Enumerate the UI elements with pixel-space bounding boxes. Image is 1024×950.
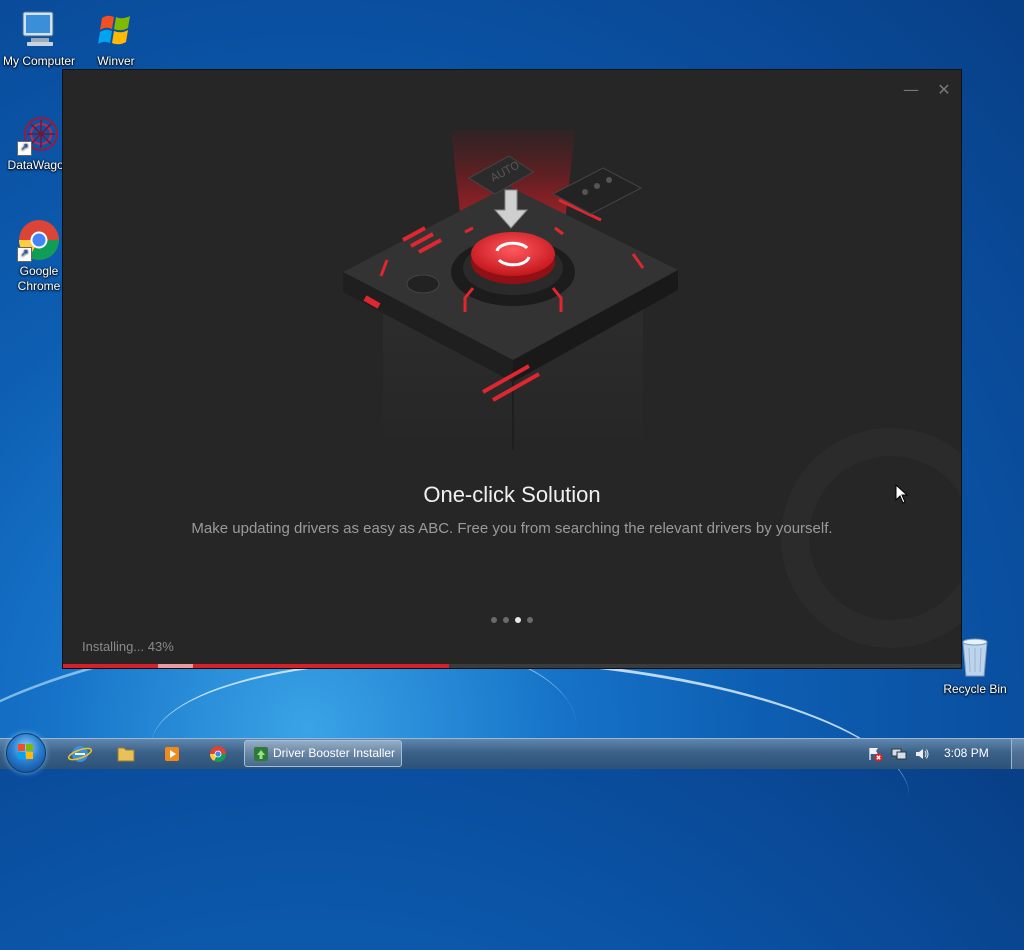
show-desktop-button[interactable] (1011, 739, 1024, 769)
action-center-icon[interactable] (867, 746, 883, 762)
close-icon: ✕ (937, 80, 951, 99)
taskbar: Driver Booster Installer 3:08 PM (0, 733, 1024, 773)
volume-icon[interactable] (914, 746, 930, 762)
taskbar-media-player[interactable] (154, 742, 190, 766)
windows-flag-icon (18, 744, 33, 759)
progress-glint (158, 664, 193, 668)
mouse-cursor-icon (895, 484, 909, 504)
driver-booster-icon (254, 747, 268, 761)
slide-pagination (63, 608, 961, 627)
slide-title: One-click Solution (423, 482, 601, 507)
taskbar-internet-explorer[interactable] (62, 742, 98, 766)
windows-explorer-icon (117, 747, 135, 762)
shortcut-arrow-icon: ↗ (17, 247, 32, 262)
slide-dot-4[interactable] (527, 617, 533, 623)
minimize-button[interactable]: — (899, 80, 923, 100)
driver-booster-installer-window: — ✕ AUTO One-click Solution Make updatin… (62, 69, 962, 669)
install-progress-bar (63, 664, 961, 668)
taskbar-clock[interactable]: 3:08 PM (944, 746, 989, 760)
network-icon[interactable] (891, 746, 907, 762)
desktop-icon-label: Google Chrome (17, 264, 61, 293)
chrome-icon (210, 746, 226, 762)
chrome-icon: ↗ (17, 218, 61, 262)
taskbar-driver-booster-installer[interactable]: Driver Booster Installer (244, 740, 402, 767)
computer-icon (17, 8, 61, 52)
desktop-icon-label: Recycle Bin (943, 682, 1007, 696)
shortcut-arrow-icon: ↗ (17, 141, 32, 156)
start-button[interactable] (6, 733, 46, 773)
desktop-icon-winver[interactable]: Winver (76, 8, 156, 68)
slide-dot-3[interactable] (515, 617, 521, 623)
install-status: Installing... 43% (82, 639, 174, 654)
minimize-icon: — (903, 80, 919, 99)
slide-description: Make updating drivers as easy as ABC. Fr… (191, 520, 833, 537)
taskbar-task-label: Driver Booster Installer (273, 746, 396, 760)
windows-flag-icon (94, 8, 138, 52)
close-button[interactable]: ✕ (932, 80, 956, 100)
desktop-icon-label: My Computer (2, 54, 76, 68)
taskbar-chrome[interactable] (200, 742, 236, 766)
slide-dot-2[interactable] (503, 617, 509, 623)
install-progress-fill (63, 664, 450, 668)
one-click-illustration: AUTO (333, 120, 693, 450)
media-player-icon (165, 747, 179, 761)
desktop-icon-my-computer[interactable]: My Computer (0, 8, 79, 68)
desktop-icon-label: Winver (97, 54, 135, 68)
taskbar-windows-explorer[interactable] (108, 742, 144, 766)
datawagon-icon: ↗ (17, 112, 61, 156)
internet-explorer-icon (67, 746, 93, 762)
slide-dot-1[interactable] (491, 617, 497, 623)
